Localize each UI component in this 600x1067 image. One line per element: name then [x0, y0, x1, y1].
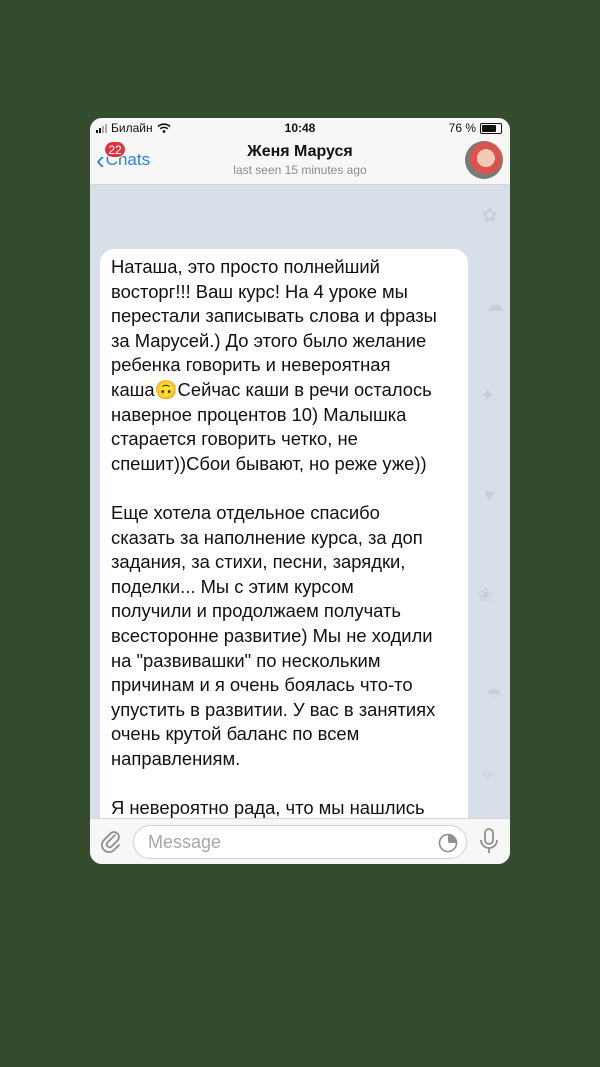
message-bubble[interactable]: Наташа, это просто полнейший восторг!!! … — [100, 249, 468, 864]
doodle-icon: ♥ — [484, 485, 495, 505]
avatar[interactable] — [465, 141, 503, 179]
clock: 10:48 — [284, 121, 316, 135]
doodle-icon: ☁ — [486, 295, 504, 315]
phone-screen: Билайн 10:48 76 % ‹ Chats 22 Женя Маруся… — [90, 118, 510, 864]
attachment-icon[interactable] — [98, 828, 124, 854]
message-field[interactable] — [133, 825, 467, 859]
message-paragraph: Наташа, это просто полнейший восторг!!! … — [111, 256, 437, 474]
doodle-icon: ✿ — [482, 205, 498, 225]
battery-group: 76 % — [449, 121, 502, 135]
sticker-icon[interactable] — [438, 833, 458, 853]
battery-percent: 76 % — [448, 121, 476, 135]
doodle-icon: ☂ — [486, 685, 503, 705]
doodle-icon: ✦ — [480, 385, 496, 405]
last-seen: last seen 15 minutes ago — [233, 163, 367, 177]
message-composer — [90, 818, 510, 864]
doodle-icon: ❀ — [478, 585, 494, 605]
contact-name[interactable]: Женя Маруся — [90, 143, 510, 161]
microphone-icon[interactable] — [478, 827, 500, 855]
chat-background: ✿ ☁ ✦ ♥ ❀ ☂ ✧ Наташа, это просто полнейш… — [90, 185, 510, 864]
chat-header: ‹ Chats 22 Женя Маруся last seen 15 minu… — [90, 138, 510, 185]
status-bar: Билайн 10:48 76 % — [90, 118, 510, 138]
battery-icon — [480, 122, 502, 134]
message-input[interactable] — [146, 831, 430, 854]
doodle-icon: ✧ — [480, 765, 496, 785]
message-paragraph: Еще хотела отдельное спасибо сказать за … — [111, 501, 436, 769]
